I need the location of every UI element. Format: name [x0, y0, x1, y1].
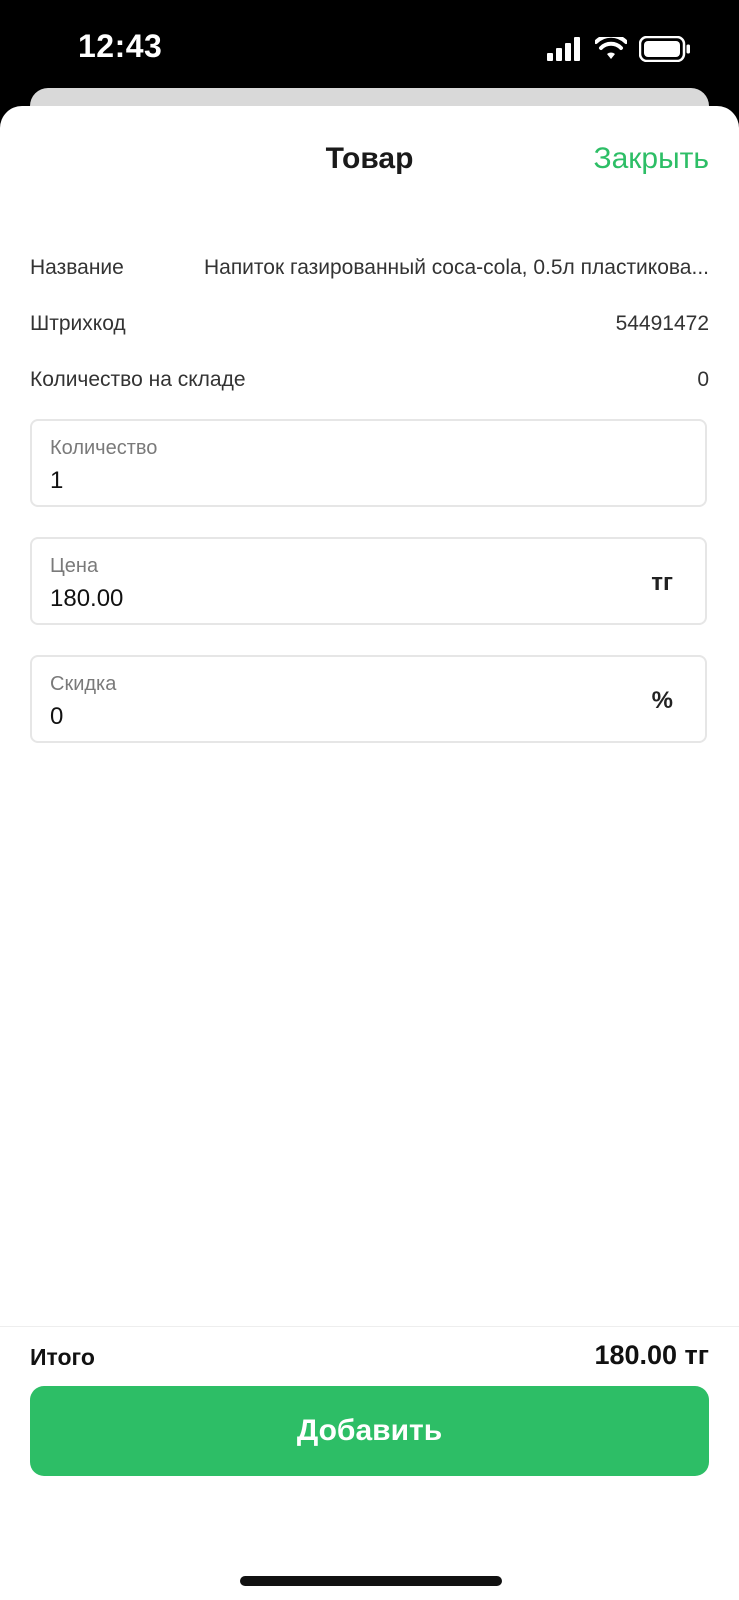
- price-label: Цена: [50, 555, 99, 577]
- price-field[interactable]: Цена 180.00 тг: [30, 537, 707, 625]
- status-bar: 12:43: [0, 0, 739, 95]
- wifi-icon: [594, 33, 628, 66]
- status-icons: [547, 33, 691, 67]
- stock-value: 0: [697, 368, 709, 391]
- status-time: 12:43: [78, 28, 163, 64]
- signal-icon: [547, 37, 583, 66]
- price-input[interactable]: 180.00: [50, 585, 123, 613]
- quantity-input[interactable]: 1: [50, 467, 63, 495]
- battery-icon: [638, 35, 691, 67]
- total-label: Итого: [30, 1344, 95, 1370]
- stock-label: Количество на складе: [30, 368, 246, 391]
- screen: 12:43 Товар Закрыть Название Напиток газ…: [0, 0, 739, 1600]
- barcode-value: 54491472: [615, 312, 709, 335]
- add-button[interactable]: Добавить: [30, 1386, 709, 1476]
- quantity-label: Количество: [50, 437, 158, 459]
- footer-divider: [0, 1326, 739, 1327]
- currency-suffix: тг: [651, 569, 673, 596]
- discount-label: Скидка: [50, 673, 117, 695]
- percent-suffix: %: [651, 687, 673, 714]
- product-sheet: Товар Закрыть Название Напиток газирован…: [0, 106, 739, 1600]
- info-row-barcode: Штрихкод 54491472: [30, 312, 709, 336]
- total-value: 180.00 тг: [594, 1340, 709, 1370]
- sheet-header: Товар Закрыть: [0, 106, 739, 214]
- discount-field[interactable]: Скидка 0 %: [30, 655, 707, 743]
- info-row-name: Название Напиток газированный coca-cola,…: [30, 256, 709, 280]
- home-indicator[interactable]: [240, 1576, 502, 1586]
- quantity-field[interactable]: Количество 1: [30, 419, 707, 507]
- name-value: Напиток газированный coca-cola, 0.5л пла…: [203, 256, 709, 279]
- discount-input[interactable]: 0: [50, 703, 63, 731]
- info-row-stock: Количество на складе 0: [30, 368, 709, 392]
- barcode-label: Штрихкод: [30, 312, 126, 335]
- name-label: Название: [30, 256, 124, 279]
- close-button[interactable]: Закрыть: [593, 142, 709, 176]
